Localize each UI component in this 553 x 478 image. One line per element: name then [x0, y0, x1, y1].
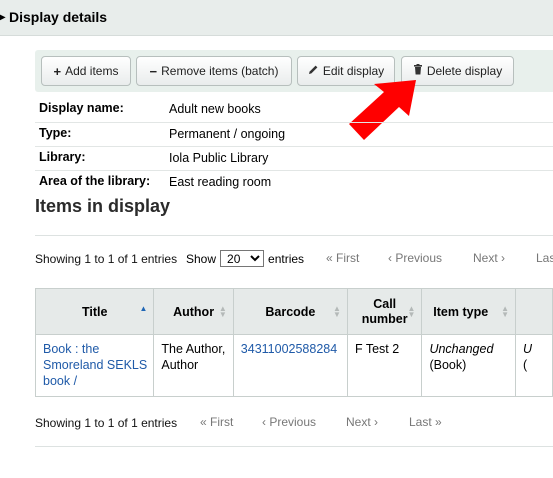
detail-value: East reading room [169, 175, 272, 189]
detail-row-display-name: Display name: Adult new books [35, 98, 553, 122]
pagination-last-top[interactable]: Last » [536, 251, 553, 265]
item-type-status: Unchanged [429, 342, 494, 356]
divider [35, 235, 553, 236]
sort-both-icon: ▲ ▼ [333, 304, 341, 319]
pagination-previous-bottom[interactable]: ‹ Previous [262, 415, 316, 429]
add-items-label: Add items [65, 64, 119, 78]
sort-both-icon: ▲ ▼ [407, 304, 416, 319]
remove-items-button[interactable]: − Remove items (batch) [136, 56, 292, 86]
detail-row-library: Library: Iola Public Library [35, 146, 553, 170]
detail-value: Adult new books [169, 102, 261, 116]
table-info-top: Showing 1 to 1 of 1 entries [35, 252, 178, 266]
table-header-row: Title ▲ Author ▲ ▼ Barcode ▲ ▼ Call number… [34, 288, 553, 335]
pencil-icon [308, 64, 319, 78]
sort-both-icon: ▲ ▼ [501, 304, 510, 319]
remove-items-label: Remove items (batch) [161, 64, 279, 78]
entries-label: entries [268, 251, 305, 266]
minus-icon: − [149, 63, 158, 79]
items-table: Title ▲ Author ▲ ▼ Barcode ▲ ▼ Call number… [34, 288, 553, 397]
display-toolbar: + Add items − Remove items (batch) Edit … [35, 50, 553, 92]
cell-author: The Author, Author [153, 334, 234, 397]
table-row: Book : the Smoreland SEKLS book / The Au… [34, 334, 553, 397]
display-details-list: Display name: Adult new books Type: Perm… [35, 98, 553, 194]
delete-display-label: Delete display [426, 64, 503, 78]
cell-next: U ( [515, 334, 553, 397]
column-header-author[interactable]: Author ▲ ▼ [153, 288, 234, 335]
sort-ascending-icon: ▲ [139, 304, 148, 313]
column-header-barcode[interactable]: Barcode ▲ ▼ [232, 288, 348, 335]
detail-row-area: Area of the library: East reading room [35, 170, 553, 194]
column-header-item-type[interactable]: Item type ▲ ▼ [421, 288, 517, 335]
item-type-value: (Book) [429, 358, 467, 372]
cell-barcode: 34311002588284 [232, 334, 348, 397]
pagination-last-bottom[interactable]: Last » [409, 415, 442, 429]
pagination-first-bottom[interactable]: « First [200, 415, 233, 429]
column-header-next[interactable] [515, 288, 553, 335]
detail-value: Iola Public Library [169, 151, 269, 165]
barcode-link[interactable]: 34311002588284 [241, 342, 337, 356]
display-details-header[interactable]: ▶ Display details [0, 0, 553, 36]
show-label: Show [186, 251, 217, 266]
cell-item-type: Unchanged (Book) [421, 334, 517, 397]
pagination-previous-top[interactable]: ‹ Previous [388, 251, 442, 265]
cell-title: Book : the Smoreland SEKLS book / [34, 334, 155, 397]
detail-label: Type: [39, 126, 72, 140]
items-section-title: Items in display [35, 196, 171, 216]
column-header-title[interactable]: Title ▲ [34, 288, 155, 335]
divider [35, 446, 553, 447]
page-title: Display details [9, 9, 108, 25]
collapse-caret-icon: ▶ [0, 12, 6, 23]
pagination-first-top[interactable]: « First [326, 251, 359, 265]
column-header-call-number[interactable]: Call number ▲ ▼ [346, 288, 423, 335]
sort-both-icon: ▲ ▼ [218, 304, 227, 319]
cell-call-number: F Test 2 [346, 334, 423, 397]
detail-label: Library: [39, 150, 86, 164]
pagination-next-bottom[interactable]: Next › [346, 415, 378, 429]
detail-label: Area of the library: [39, 174, 151, 188]
table-info-bottom: Showing 1 to 1 of 1 entries [35, 416, 178, 430]
detail-value: Permanent / ongoing [169, 127, 286, 141]
detail-label: Display name: [39, 101, 124, 115]
plus-icon: + [53, 63, 62, 79]
pagination-next-top[interactable]: Next › [473, 251, 505, 265]
detail-row-type: Type: Permanent / ongoing [35, 122, 553, 146]
page-length-control: Show 20 entries [186, 250, 304, 267]
title-link[interactable]: Book : the Smoreland SEKLS book / [43, 342, 147, 388]
page-length-select[interactable]: 20 [220, 250, 265, 267]
add-items-button[interactable]: + Add items [41, 56, 131, 86]
